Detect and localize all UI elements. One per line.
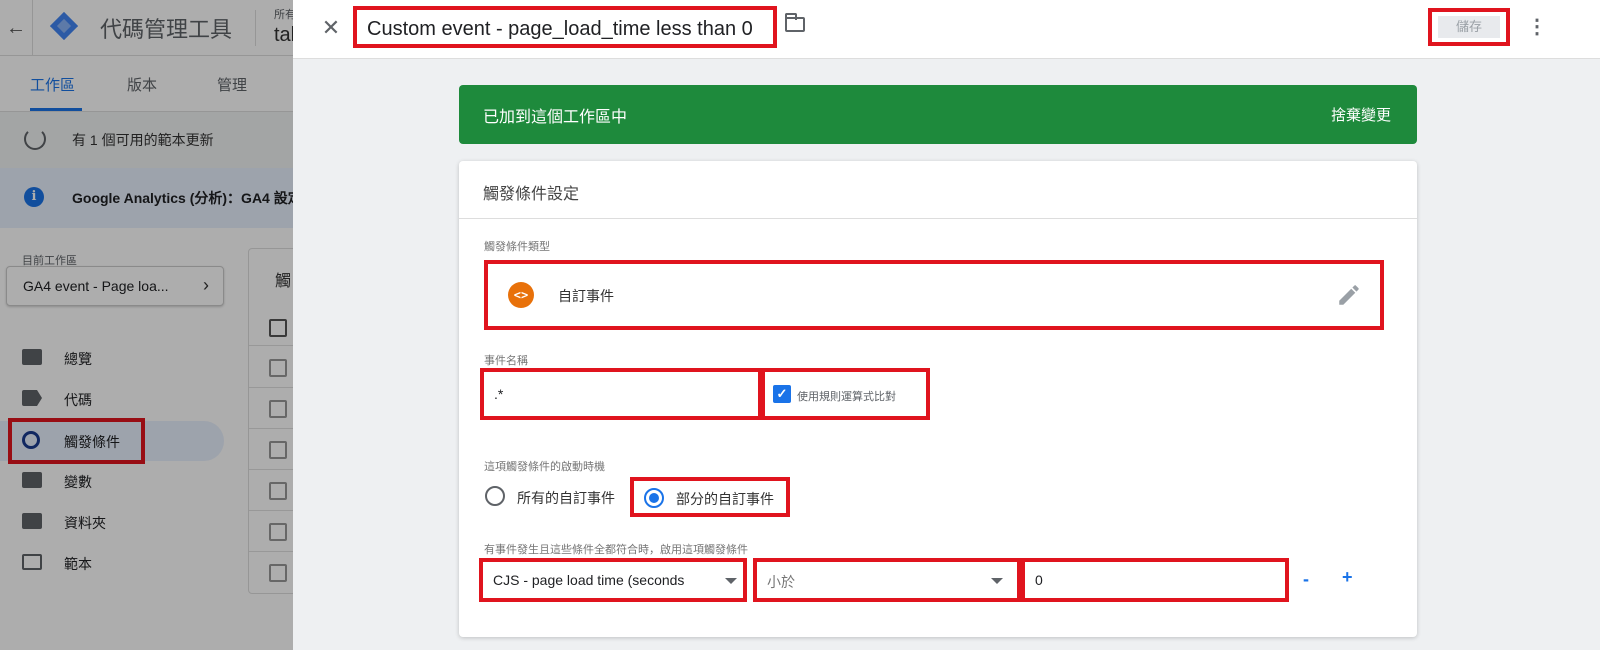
add-condition-button[interactable]: + (1342, 567, 1353, 588)
regex-checkbox-highlight: ✓ 使用規則運算式比對 (761, 368, 930, 420)
divider (459, 218, 1417, 219)
condition-value-field[interactable]: 0 (1021, 558, 1289, 602)
trigger-name-field[interactable]: Custom event - page_load_time less than … (353, 6, 777, 48)
remove-condition-button[interactable]: - (1303, 569, 1309, 590)
trigger-type-label: 觸發條件類型 (484, 241, 550, 253)
radio-unselected-icon (485, 486, 505, 506)
trigger-config-card: 觸發條件設定 觸發條件類型 <> 自訂事件 事件名稱 .* ✓ 使用規則運算式比… (459, 161, 1417, 637)
fire-on-label: 這項觸發條件的啟動時機 (484, 461, 605, 473)
regex-label: 使用規則運算式比對 (797, 391, 896, 403)
dropdown-arrow-icon (725, 578, 737, 584)
condition-operator: 小於 (767, 574, 795, 590)
card-title: 觸發條件設定 (483, 186, 580, 203)
trigger-editor-panel: ✕ Custom event - page_load_time less tha… (293, 0, 1600, 650)
condition-variable-select[interactable]: CJS - page load time (seconds (479, 558, 747, 602)
condition-value: 0 (1035, 572, 1043, 588)
discard-changes-button[interactable]: 捨棄變更 (1331, 104, 1391, 125)
condition-operator-select[interactable]: 小於 (753, 558, 1021, 602)
dropdown-arrow-icon (991, 578, 1003, 584)
radio-all-label: 所有的自訂事件 (517, 490, 615, 506)
modal-scrim[interactable] (0, 0, 293, 650)
save-highlight: 儲存 (1428, 8, 1510, 46)
trigger-name: Custom event - page_load_time less than … (367, 18, 753, 40)
custom-event-icon: <> (508, 282, 534, 308)
condition-label: 有事件發生且這些條件全都符合時，啟用這項觸發條件 (484, 544, 748, 556)
event-name-field[interactable]: .* (480, 368, 762, 420)
banner-text: 已加到這個工作區中 (483, 109, 628, 126)
more-vert-icon[interactable]: ⋮ (1525, 14, 1549, 42)
folder-icon[interactable] (785, 13, 805, 32)
close-icon[interactable]: ✕ (317, 14, 345, 42)
save-button[interactable]: 儲存 (1438, 16, 1500, 38)
radio-some-events[interactable]: 部分的自訂事件 (630, 477, 790, 517)
radio-some-label: 部分的自訂事件 (676, 491, 774, 507)
workspace-status-banner: 已加到這個工作區中 捨棄變更 (459, 85, 1417, 144)
trigger-type-name: 自訂事件 (558, 288, 614, 304)
trigger-type-selector[interactable]: <> 自訂事件 (484, 260, 1384, 330)
event-name-value: .* (494, 386, 504, 402)
panel-header: ✕ Custom event - page_load_time less tha… (293, 0, 1600, 59)
radio-selected-icon (644, 488, 664, 508)
edit-pencil-icon[interactable] (1336, 282, 1362, 308)
event-name-label: 事件名稱 (484, 355, 528, 367)
regex-checkbox[interactable]: ✓ (773, 385, 791, 403)
condition-variable: CJS - page load time (seconds (493, 572, 685, 588)
